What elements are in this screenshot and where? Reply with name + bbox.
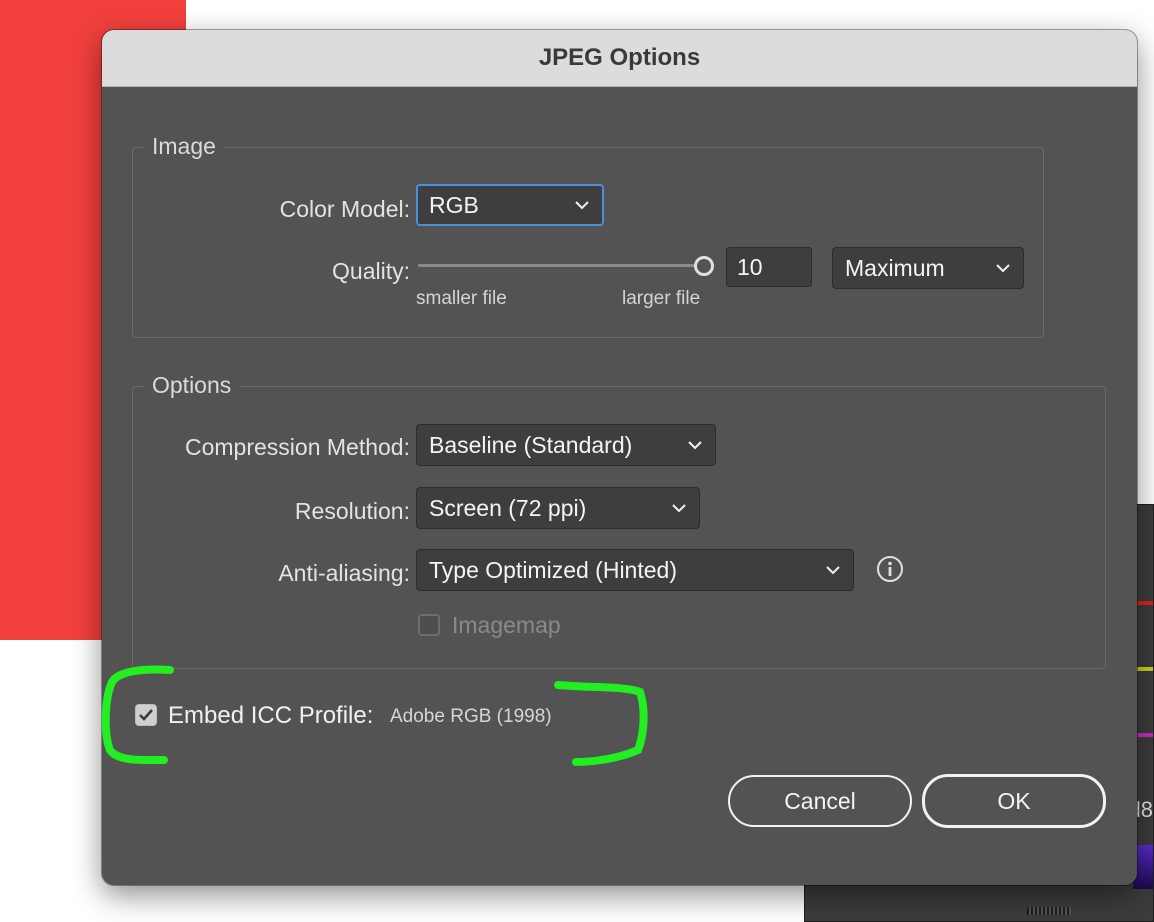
color-model-dropdown[interactable]: RGB bbox=[416, 184, 604, 226]
compression-label: Compression Method: bbox=[185, 434, 410, 460]
quality-preset-value: Maximum bbox=[845, 254, 945, 281]
cancel-button[interactable]: Cancel bbox=[728, 775, 912, 827]
chevron-down-icon bbox=[575, 201, 589, 210]
panel-stripe-magenta bbox=[1137, 733, 1153, 737]
resolution-dropdown[interactable]: Screen (72 ppi) bbox=[416, 487, 700, 529]
quality-slider-thumb[interactable] bbox=[694, 256, 714, 276]
ok-button[interactable]: OK bbox=[922, 774, 1106, 828]
embed-icc-label: Embed ICC Profile: bbox=[168, 702, 374, 729]
quality-preset-dropdown[interactable]: Maximum bbox=[832, 247, 1024, 289]
cancel-button-label: Cancel bbox=[784, 787, 856, 814]
resolution-label: Resolution: bbox=[294, 498, 410, 524]
imagemap-checkbox[interactable] bbox=[418, 614, 440, 636]
color-model-value: RGB bbox=[429, 191, 479, 218]
dialog-title: JPEG Options bbox=[538, 44, 701, 71]
chevron-down-icon bbox=[996, 264, 1010, 273]
anti-aliasing-dropdown[interactable]: Type Optimized (Hinted) bbox=[416, 549, 854, 591]
resolution-value: Screen (72 ppi) bbox=[429, 494, 587, 521]
quality-max-label: larger file bbox=[622, 288, 701, 309]
compression-value: Baseline (Standard) bbox=[429, 431, 633, 458]
image-group bbox=[132, 147, 1044, 338]
ok-button-label: OK bbox=[997, 787, 1031, 814]
anti-aliasing-value: Type Optimized (Hinted) bbox=[429, 556, 677, 583]
quality-label: Quality: bbox=[332, 258, 410, 284]
quality-value-field[interactable]: 10 bbox=[726, 247, 812, 287]
quality-min-label: smaller file bbox=[416, 288, 507, 309]
dialog-titlebar[interactable]: JPEG Options bbox=[102, 30, 1137, 87]
imagemap-label: Imagemap bbox=[452, 612, 561, 638]
chevron-down-icon bbox=[688, 441, 702, 450]
quality-slider-track[interactable] bbox=[418, 264, 704, 267]
checkmark-icon bbox=[139, 709, 153, 721]
panel-stripe-red bbox=[1137, 601, 1153, 605]
quality-value: 10 bbox=[737, 253, 763, 280]
chevron-down-icon bbox=[672, 504, 686, 513]
embed-icc-value: Adobe RGB (1998) bbox=[390, 706, 552, 727]
options-group-legend: Options bbox=[144, 372, 240, 399]
chevron-down-icon bbox=[826, 566, 840, 575]
anti-aliasing-label: Anti-aliasing: bbox=[278, 560, 410, 586]
info-icon[interactable] bbox=[876, 555, 904, 583]
image-group-legend: Image bbox=[144, 133, 224, 160]
jpeg-options-dialog: JPEG Options Image Color Model: RGB Qual… bbox=[102, 30, 1137, 885]
compression-method-dropdown[interactable]: Baseline (Standard) bbox=[416, 424, 716, 466]
embed-icc-checkbox[interactable] bbox=[135, 704, 157, 726]
panel-stripe-yellow bbox=[1137, 667, 1153, 671]
panel-resize-handle[interactable] bbox=[1027, 907, 1071, 915]
color-model-label: Color Model: bbox=[279, 196, 410, 222]
